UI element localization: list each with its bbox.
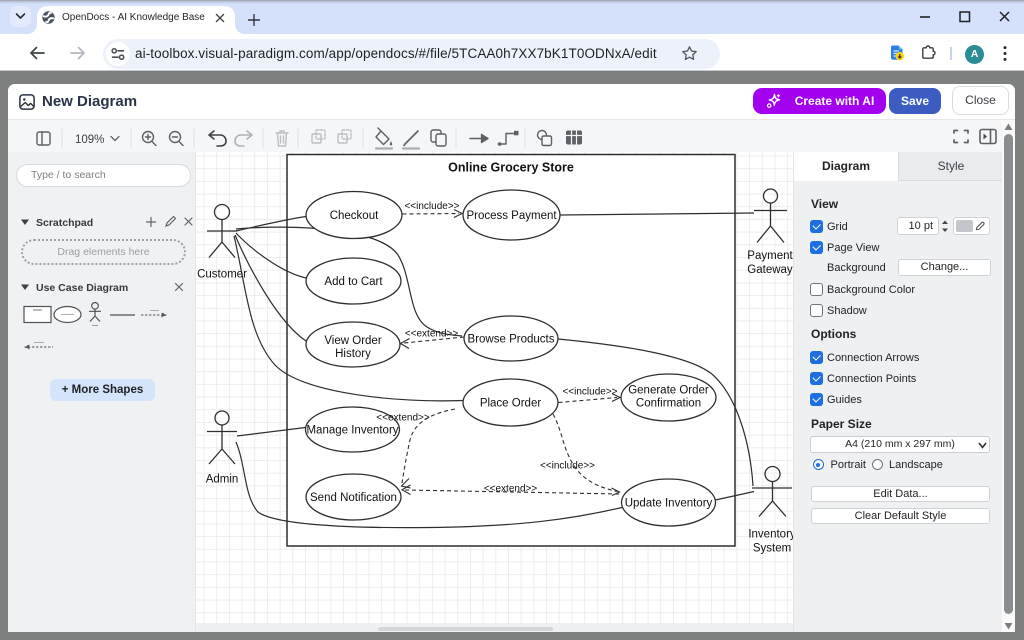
svg-text:Browse Products: Browse Products	[468, 334, 555, 346]
svg-text:Add to Cart: Add to Cart	[324, 276, 383, 288]
svg-text:Manage Inventory: Manage Inventory	[306, 425, 398, 437]
svg-text:<<extend>>: <<extend>>	[405, 329, 459, 340]
svg-text:<<include>>: <<include>>	[404, 201, 459, 212]
svg-text:Customer: Customer	[197, 269, 247, 281]
svg-text:History: History	[335, 348, 371, 360]
svg-text:View Order: View Order	[324, 335, 381, 347]
svg-text:Send Notification: Send Notification	[310, 492, 397, 504]
svg-text:Checkout: Checkout	[330, 210, 379, 222]
svg-text:<<extend>>: <<extend>>	[484, 484, 538, 495]
svg-text:System: System	[753, 543, 791, 555]
svg-text:109%: 109%	[75, 134, 104, 146]
svg-text:Process Payment: Process Payment	[466, 210, 557, 222]
svg-text:<<extend>>: <<extend>>	[376, 413, 430, 424]
svg-text:Place Order: Place Order	[480, 398, 542, 410]
svg-text:Confirmation: Confirmation	[636, 398, 701, 410]
svg-text:Payment: Payment	[747, 250, 793, 262]
svg-text:Online Grocery Store: Online Grocery Store	[448, 161, 574, 175]
svg-text:Generate Order: Generate Order	[628, 385, 709, 397]
svg-text:Inventory: Inventory	[748, 529, 793, 541]
svg-text:<<include>>: <<include>>	[562, 387, 617, 398]
svg-text:Gateway: Gateway	[747, 264, 793, 276]
svg-text:Update Inventory: Update Inventory	[625, 498, 713, 510]
svg-text:<<include>>: <<include>>	[540, 461, 595, 472]
svg-text:Admin: Admin	[206, 474, 239, 486]
